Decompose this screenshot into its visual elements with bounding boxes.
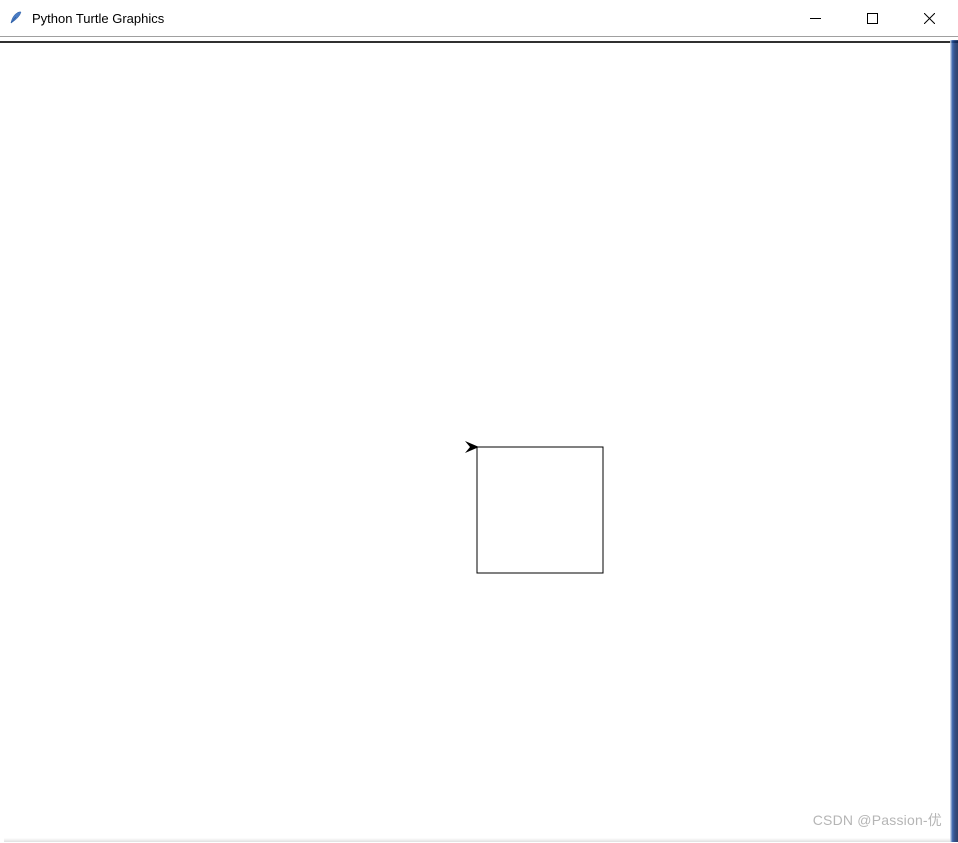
close-button[interactable] — [901, 0, 958, 36]
titlebar[interactable]: Python Turtle Graphics — [0, 0, 958, 36]
titlebar-separator — [0, 36, 958, 37]
minimize-button[interactable] — [787, 0, 844, 36]
window-title: Python Turtle Graphics — [32, 11, 787, 26]
maximize-button[interactable] — [844, 0, 901, 36]
turtle-drawing — [0, 43, 950, 843]
watermark-text: CSDN @Passion-优 — [813, 810, 942, 830]
close-icon — [924, 13, 935, 24]
turtle-canvas: CSDN @Passion-优 — [0, 43, 958, 842]
window: Python Turtle Graphics — [0, 0, 958, 842]
bottom-shadow — [4, 838, 950, 842]
window-controls — [787, 0, 958, 36]
minimize-icon — [810, 13, 821, 24]
right-edge-decoration — [950, 40, 958, 842]
maximize-icon — [867, 13, 878, 24]
drawn-square — [477, 447, 603, 573]
feather-icon — [8, 10, 24, 26]
